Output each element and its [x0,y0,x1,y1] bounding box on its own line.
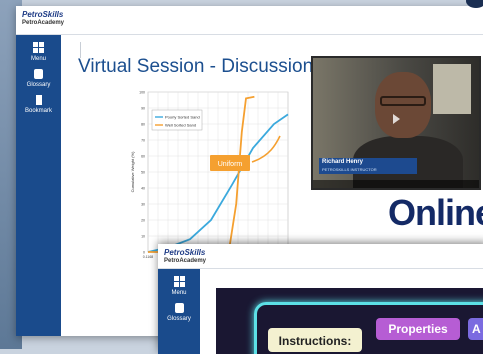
name-lower-third: Richard Henry PETROSKILLS INSTRUCTOR [319,158,417,174]
instructions-label: Instructions: [268,328,362,352]
sidebar-item-label: Glossary [26,82,51,88]
online-banner: Online [388,192,483,233]
instructor-role: PETROSKILLS INSTRUCTOR [322,167,377,172]
logo-line1: PetroSkills [22,10,64,19]
cumulative-weight-chart: 0 10 20 30 40 50 60 70 80 90 100 0.1168 Cumulative W… [130,91,289,259]
menu-grid-icon [33,42,44,53]
petroskills-logo: PetroSkills PetroAcademy [22,11,64,27]
video-controls[interactable] [313,180,479,188]
sidebar-item-menu[interactable]: Menu [16,35,61,62]
a-button[interactable]: A [468,318,483,340]
sidebar-item-label: Bookmark [24,108,52,114]
sidebar-item-label: Menu [30,56,46,62]
y-tick-label: 30 [141,203,145,207]
legend-label: Well Sorted Sand [165,123,196,128]
logo-line2: PetroAcademy [22,20,65,26]
sidebar: Menu Glossary Bookmark [16,35,61,336]
petroskills-logo: PetroSkills PetroAcademy [164,249,206,265]
y-tick-label: 90 [141,107,145,111]
video-background-door [433,64,471,114]
x-tick-label: 0.1168 [143,255,153,259]
y-tick-label: 40 [141,187,145,191]
y-tick-label: 70 [141,139,145,143]
y-tick-label: 80 [141,123,145,127]
game-sidebar: Menu Glossary [158,269,200,354]
sidebar-item-glossary[interactable]: Glossary [158,296,200,322]
play-icon[interactable] [393,114,400,124]
logo-line2: PetroAcademy [164,258,207,264]
sidebar-item-label: Menu [171,290,187,296]
sidebar-item-bookmark[interactable]: Bookmark [16,88,61,114]
y-tick-label: 0 [143,251,145,255]
logo-line1: PetroSkills [164,248,206,257]
sidebar-item-menu[interactable]: Menu [158,269,200,296]
y-tick-label: 100 [139,91,145,95]
legend-label: Poorly Sorted Sand [165,115,200,120]
game-header-bar: PetroSkills PetroAcademy [158,244,483,269]
game-window: PetroSkills PetroAcademy Menu Glossary I… [158,244,483,354]
instructor-name: Richard Henry [322,159,364,165]
properties-button[interactable]: Properties [376,318,460,340]
y-tick-label: 20 [141,219,145,223]
slide-title: Virtual Session - Discussion [78,56,314,77]
game-panel: Instructions: Properties A [216,288,483,354]
glossary-cube-icon [174,303,184,313]
y-axis-label: Cumulative Weight (%) [130,151,135,192]
sidebar-item-label: Glossary [167,316,191,322]
menu-grid-icon [173,276,185,287]
y-tick-label: 50 [141,171,145,175]
instructor-glasses [380,96,426,106]
y-tick-label: 10 [141,235,145,239]
instructor-video[interactable]: Richard Henry PETROSKILLS INSTRUCTOR [311,56,481,190]
header-bar: PetroSkills PetroAcademy [16,6,483,35]
glossary-cube-icon [34,69,43,79]
y-tick-label: 60 [141,155,145,159]
bookmark-icon [35,95,42,105]
sidebar-item-glossary[interactable]: Glossary [16,62,61,88]
annotation-label: Uniform [218,161,243,168]
